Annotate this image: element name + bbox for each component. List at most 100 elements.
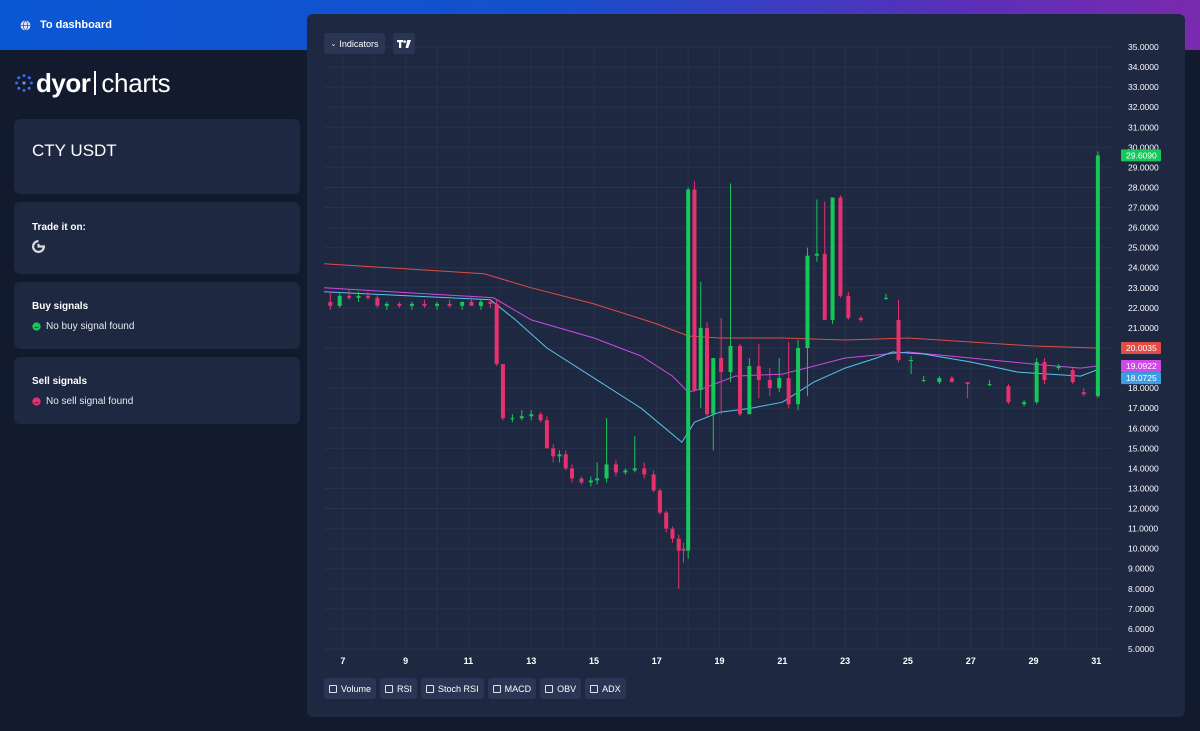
tradingview-button[interactable]: [393, 33, 415, 54]
indicator-toggle-adx[interactable]: ADX: [585, 678, 626, 699]
candle-body: [397, 303, 402, 306]
candle-body: [538, 414, 543, 421]
candle-body: [632, 468, 637, 471]
indicators-button[interactable]: ⌄ Indicators: [324, 33, 385, 54]
candle-body: [1095, 155, 1100, 397]
candle-body: [365, 295, 370, 298]
candle-body: [447, 303, 452, 306]
price-label-text: 20.0035: [1126, 343, 1157, 353]
logo-word-dyor: dyor: [36, 67, 91, 98]
indicator-toggle-rsi[interactable]: RSI: [380, 678, 418, 699]
candle-body: [604, 464, 609, 479]
candle-body: [494, 303, 499, 365]
candle: [500, 364, 505, 421]
checkbox-icon: [545, 684, 554, 693]
candle-body: [846, 295, 851, 318]
indicator-toggles: Volume RSI Stoch RSI MACD OBV ADX: [324, 678, 626, 699]
candle-body: [613, 464, 618, 473]
moving-average-line: [323, 291, 1097, 444]
moving-average-lines: [323, 263, 1097, 444]
indicator-toggle-label: RSI: [397, 683, 413, 694]
candle: [651, 470, 656, 493]
candle: [460, 301, 465, 310]
candle: [909, 356, 914, 375]
green-status-icon: [32, 322, 41, 331]
indicator-toggle-stoch-rsi[interactable]: Stoch RSI: [421, 678, 484, 699]
candle-body: [937, 378, 942, 383]
candle: [756, 343, 761, 399]
x-tick-label: 9: [403, 656, 408, 666]
y-tick-label: 13.0000: [1128, 483, 1159, 493]
trade-card: Trade it on:: [14, 202, 300, 274]
x-tick-label: 17: [652, 656, 662, 666]
candle-body: [711, 358, 716, 415]
candle: [1070, 368, 1075, 385]
candle: [657, 488, 662, 515]
y-tick-label: 7.0000: [1128, 604, 1154, 614]
candle: [422, 299, 427, 308]
x-tick-label: 25: [903, 656, 913, 666]
y-tick-label: 25.0000: [1128, 243, 1159, 253]
candle: [447, 299, 452, 308]
candle-body: [805, 255, 810, 348]
indicator-toggle-obv[interactable]: OBV: [540, 678, 582, 699]
to-dashboard-link[interactable]: To dashboard: [20, 17, 112, 33]
candle: [579, 476, 584, 485]
candle-body: [786, 378, 791, 405]
y-tick-label: 8.0000: [1128, 584, 1154, 594]
candle-body: [896, 319, 901, 361]
indicator-toggle-label: Stoch RSI: [438, 683, 479, 694]
candle-body: [756, 366, 761, 381]
indicator-toggle-label: ADX: [602, 683, 621, 694]
buy-signal-status: No buy signal found: [32, 321, 134, 332]
indicator-toggle-volume[interactable]: Volume: [324, 678, 377, 699]
candle: [397, 301, 402, 308]
candle: [384, 301, 389, 310]
candle: [1022, 400, 1027, 407]
candle-body: [337, 295, 342, 306]
moving-average-line: [323, 263, 1097, 349]
candle-body: [737, 345, 742, 415]
to-dashboard-label: To dashboard: [40, 19, 112, 31]
candle: [632, 436, 637, 473]
y-tick-label: 6.0000: [1128, 624, 1154, 634]
y-tick-label: 29.0000: [1128, 162, 1159, 172]
dyor-charts-logo[interactable]: dyor charts: [14, 67, 171, 98]
candle-body: [570, 468, 575, 479]
candle-body: [692, 189, 697, 391]
indicator-toggle-macd[interactable]: MACD: [487, 678, 537, 699]
candlestick-series: [328, 151, 1100, 589]
candle-body: [796, 348, 801, 405]
candle-body: [557, 454, 562, 457]
y-tick-label: 18.0000: [1128, 383, 1159, 393]
chevron-down-icon: ⌄: [330, 40, 337, 48]
checkbox-icon: [426, 684, 435, 693]
y-tick-label: 9.0000: [1128, 564, 1154, 574]
buy-signals-card: Buy signals No buy signal found: [14, 282, 300, 349]
candle: [830, 197, 835, 324]
dyor-logo-icon: [15, 74, 33, 92]
gate-io-icon[interactable]: [32, 240, 45, 253]
candle: [544, 416, 549, 449]
candle-body: [579, 478, 584, 483]
price-chart[interactable]: 35.000034.000033.000032.000031.000030.00…: [307, 14, 1185, 717]
candle-body: [1042, 362, 1047, 381]
candle-body: [1056, 366, 1061, 369]
candle-body: [987, 384, 992, 386]
y-tick-label: 14.0000: [1128, 463, 1159, 473]
candle-body: [1070, 370, 1075, 383]
candle-body: [1022, 402, 1027, 405]
candle-body: [588, 480, 593, 483]
candle: [1034, 358, 1039, 405]
logo-word-charts: charts: [101, 67, 171, 98]
x-tick-label: 31: [1091, 656, 1101, 666]
x-tick-label: 7: [340, 656, 345, 666]
candle-body: [747, 366, 752, 415]
price-label-text: 29.6090: [1126, 150, 1157, 160]
candle: [937, 376, 942, 385]
x-tick-label: 15: [589, 656, 599, 666]
candle: [747, 358, 752, 415]
candle: [681, 542, 686, 563]
candle: [435, 301, 440, 310]
candle: [557, 450, 562, 463]
